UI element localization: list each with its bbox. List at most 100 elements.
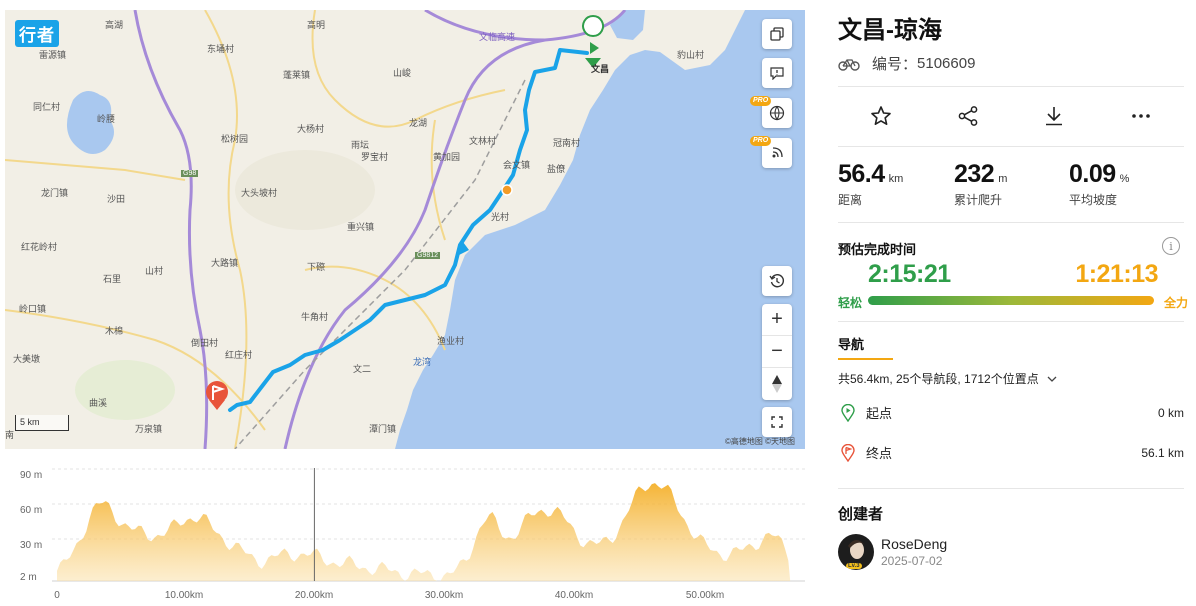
map-label: 黄加园 <box>433 152 461 162</box>
sea-area <box>395 10 805 449</box>
elevation-chart[interactable]: 90 m 60 m 30 m 2 m 0 10.00km 20.00km 30.… <box>5 458 805 606</box>
highway-shield: G98 <box>181 170 199 177</box>
stat-value: 232 <box>954 160 995 188</box>
nav-start-point[interactable]: 起点 0 km <box>838 403 1184 422</box>
route-map[interactable]: 行者 高湖 高明 雷源镇 东埇村 蓬莱镇 山峻 文临高速 同仁村 岭腰 松树园 … <box>5 10 805 449</box>
end-label: 终点 <box>866 446 893 461</box>
feedback-button[interactable] <box>762 58 792 88</box>
share-icon <box>958 106 978 126</box>
map-label: 冠南村 <box>553 138 581 148</box>
map-label: 大美墩 <box>13 354 41 364</box>
map-label: 岭腰 <box>97 114 116 124</box>
map-label: 大杨村 <box>297 124 325 134</box>
reset-view-button[interactable] <box>762 266 792 296</box>
map-label: 高明 <box>307 20 326 30</box>
map-label: 雷源镇 <box>39 50 67 60</box>
nav-tab[interactable]: 导航 <box>838 334 864 353</box>
x-tick-label: 50.00km <box>685 590 725 601</box>
map-label: 红庄村 <box>225 350 253 360</box>
map-label: 南 <box>5 430 15 440</box>
end-marker <box>206 381 228 410</box>
creator-name: RoseDeng <box>881 536 948 552</box>
map-label: 曲溪 <box>89 398 108 408</box>
map-label: 蓬莱镇 <box>283 70 311 80</box>
creator-title: 创建者 <box>838 506 884 523</box>
map-label: 盐僚 <box>547 164 566 174</box>
elevation-area <box>57 483 791 581</box>
creator-date: 2025-07-02 <box>881 554 943 568</box>
stat-unit: m <box>998 173 1008 185</box>
route-id-label: 编号： <box>872 56 918 73</box>
map-label: 罗宝村 <box>361 152 389 162</box>
route-id-value: 5106609 <box>917 55 976 72</box>
map-label: 文昌 <box>591 64 610 74</box>
nav-tab-underline <box>838 358 893 360</box>
stat-unit: % <box>1119 173 1130 185</box>
y-tick-label: 60 m <box>20 505 43 516</box>
start-pin-icon <box>841 403 855 422</box>
map-label: 石里 <box>103 274 122 284</box>
start-marker <box>582 15 605 68</box>
route-title: 文昌-琼海 <box>838 17 942 44</box>
map-label: 沙田 <box>107 194 126 204</box>
stat-distance: 56.4 km 距离 <box>838 160 903 208</box>
end-pin-icon <box>841 443 855 462</box>
pro-badge: PRO <box>750 136 772 146</box>
zoom-out-button[interactable]: − <box>762 336 792 368</box>
map-label: 牛角村 <box>301 312 329 322</box>
fullscreen-icon <box>771 416 783 428</box>
stat-unit: km <box>888 173 904 185</box>
stat-value: 56.4 <box>838 160 885 188</box>
avatar[interactable]: Lv.3 <box>838 534 874 570</box>
chevron-down-icon <box>1047 376 1057 382</box>
level-badge: Lv.3 <box>846 563 862 569</box>
download-icon <box>1046 107 1063 126</box>
stat-elevation-gain: 232 m 累计爬升 <box>954 160 1007 208</box>
map-label: 大头坡村 <box>241 188 278 198</box>
info-icon[interactable]: i <box>1162 237 1180 255</box>
download-button[interactable] <box>1011 101 1098 131</box>
map-label: 山村 <box>145 266 164 276</box>
eta-fast-label: 全力 <box>1163 296 1188 310</box>
eta-easy-time: 2:15:21 <box>868 260 951 288</box>
eta-easy-label: 轻松 <box>838 296 863 310</box>
share-button[interactable] <box>925 101 1012 131</box>
stat-label: 距离 <box>838 193 863 207</box>
favorite-button[interactable] <box>838 101 925 131</box>
nav-summary-text: 共56.4km, 25个导航段, 1712个位置点 <box>838 372 1039 386</box>
nav-end-point[interactable]: 终点 56.1 km <box>838 443 1184 462</box>
copy-button[interactable] <box>762 19 792 49</box>
map-label: 同仁村 <box>33 102 61 112</box>
end-value: 56.1 km <box>1141 445 1184 460</box>
divider <box>838 321 1184 322</box>
copy-icon <box>770 27 784 41</box>
map-label: 松树园 <box>221 134 249 144</box>
map-label: 木棉 <box>105 326 124 336</box>
map-label: 下磜 <box>307 262 326 272</box>
map-label: 文二 <box>353 364 372 374</box>
divider <box>838 146 1184 147</box>
map-copyright: ©高德地图 ©天地图 <box>724 437 795 446</box>
start-label: 起点 <box>866 406 893 421</box>
divider <box>838 86 1184 87</box>
more-button[interactable] <box>1098 101 1185 131</box>
x-tick-label: 30.00km <box>424 590 464 601</box>
map-label: 大路镇 <box>211 258 239 268</box>
y-tick-label: 90 m <box>20 470 43 481</box>
elevation-plot <box>52 468 805 582</box>
map-label: 红花岭村 <box>21 242 58 252</box>
map-label: 山峻 <box>393 68 412 78</box>
stat-label: 平均坡度 <box>1069 193 1118 207</box>
x-tick-label: 10.00km <box>164 590 204 601</box>
y-tick-label: 30 m <box>20 540 43 551</box>
compass-button[interactable] <box>762 368 792 400</box>
creator-card[interactable]: Lv.3 RoseDeng 2025-07-02 <box>838 534 947 570</box>
nav-summary[interactable]: 共56.4km, 25个导航段, 1712个位置点 <box>838 370 1057 387</box>
map-scale: 5 km <box>15 415 69 431</box>
fullscreen-button[interactable] <box>762 407 792 437</box>
more-dots-icon <box>1131 114 1150 118</box>
map-label: 龙门镇 <box>41 188 69 198</box>
zoom-in-button[interactable]: + <box>762 304 792 336</box>
action-bar <box>838 101 1184 131</box>
divider <box>838 222 1184 223</box>
